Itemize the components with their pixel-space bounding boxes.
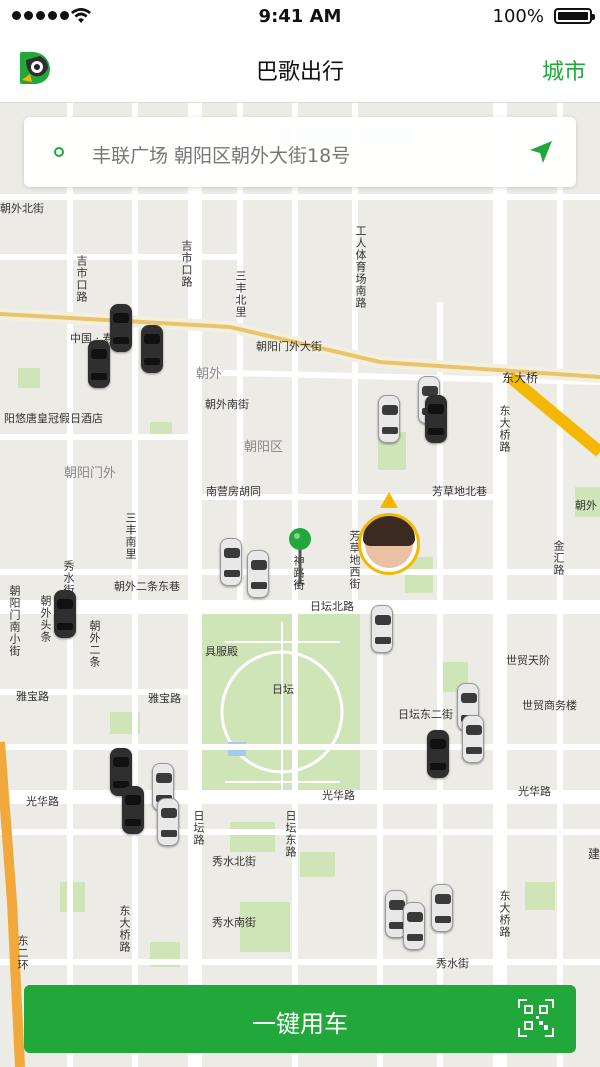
car-marker[interactable] xyxy=(462,715,484,763)
car-marker[interactable] xyxy=(220,538,242,586)
road-label: 工人体育场南路 xyxy=(354,225,367,309)
area-label: 朝外 xyxy=(196,367,223,382)
car-marker[interactable] xyxy=(431,884,453,932)
road-label: 秀水北街 xyxy=(212,855,256,868)
road-label: 东大桥路 xyxy=(118,905,131,953)
road-label: 雅宝路 xyxy=(16,690,49,703)
road-label: 东大桥路 xyxy=(498,405,511,453)
pickup-pin-icon[interactable] xyxy=(288,527,312,587)
road-label: 芳草地北巷 xyxy=(432,485,487,498)
avatar-hair xyxy=(363,516,415,546)
area-label: 朝阳门外 xyxy=(64,466,117,481)
road-label: 南营房胡同 xyxy=(206,485,261,498)
road-label: 秀水南街 xyxy=(212,916,256,929)
car-marker[interactable] xyxy=(247,550,269,598)
road-label: 日坛路 xyxy=(192,810,205,846)
car-marker[interactable] xyxy=(371,605,393,653)
battery-icon xyxy=(554,8,595,24)
poi-label: 阳悠唐皇冠假日酒店 xyxy=(4,412,103,425)
poi-label: 东大桥 xyxy=(502,371,539,385)
road-label: 日坛东二街 xyxy=(398,708,453,721)
call-car-label: 一键用车 xyxy=(252,1010,348,1038)
road-label: 东二环 xyxy=(16,935,29,971)
road-label: 光华路 xyxy=(518,785,551,798)
car-marker[interactable] xyxy=(110,304,132,352)
city-button[interactable]: 城市 xyxy=(542,54,586,86)
heading-arrow-icon xyxy=(380,492,398,508)
road-label: 朝外北街 xyxy=(0,202,44,215)
car-marker[interactable] xyxy=(141,325,163,373)
road-label: 光华路 xyxy=(322,789,355,802)
origin-dot-icon xyxy=(54,147,64,157)
car-marker[interactable] xyxy=(54,590,76,638)
area-label: 朝外 xyxy=(575,499,597,512)
road-label: 三丰北里 xyxy=(234,270,247,318)
poi-label: 秀水街 xyxy=(436,957,469,970)
poi-label: 具服殿 xyxy=(205,645,238,658)
car-marker[interactable] xyxy=(403,902,425,950)
road-label: 雅宝路 xyxy=(148,692,181,705)
poi-label: 世贸商务楼 xyxy=(522,699,577,712)
road-label: 朝外二条东巷 xyxy=(114,580,180,593)
car-marker[interactable] xyxy=(425,395,447,443)
user-avatar[interactable] xyxy=(358,513,420,575)
nav-bar: 巴歌出行 城市 xyxy=(0,34,600,103)
qr-scan-icon[interactable] xyxy=(518,999,554,1037)
road-label: 金汇路 xyxy=(552,540,565,576)
poi-label: 世贸天阶 xyxy=(506,654,550,667)
area-label: 朝阳区 xyxy=(244,440,284,455)
road-label: 吉市口路 xyxy=(75,255,88,303)
road-label: 朝外南街 xyxy=(205,398,249,411)
road-label: 日坛北路 xyxy=(310,600,354,613)
car-marker[interactable] xyxy=(378,395,400,443)
road-label: 东大桥路 xyxy=(498,890,511,938)
pickup-address-box[interactable]: 丰联广场 朝阳区朝外大街18号 xyxy=(24,117,576,187)
car-marker[interactable] xyxy=(122,786,144,834)
page-title: 巴歌出行 xyxy=(255,60,344,85)
road-label: 朝外二条 xyxy=(88,620,101,668)
car-marker[interactable] xyxy=(427,730,449,778)
road-label: 日坛东路 xyxy=(284,810,297,858)
status-bar: 9:41 AM 100% xyxy=(0,0,600,34)
call-car-button[interactable]: 一键用车 xyxy=(24,985,576,1053)
car-marker[interactable] xyxy=(157,798,179,846)
battery-percent: 100% xyxy=(492,6,544,27)
road-label: 建 xyxy=(588,847,600,861)
poi-label: 日坛 xyxy=(272,683,294,696)
car-marker[interactable] xyxy=(88,340,110,388)
road-label: 朝外头条 xyxy=(39,595,52,643)
pickup-address[interactable]: 丰联广场 朝阳区朝外大街18号 xyxy=(92,141,350,168)
road-label: 朝阳门外大街 xyxy=(256,340,322,353)
locate-icon[interactable] xyxy=(528,139,554,165)
road-label: 吉市口路 xyxy=(180,240,193,288)
road-label: 朝阳门南小街 xyxy=(8,585,21,657)
road-label: 光华路 xyxy=(26,795,59,808)
road-label: 三丰南里 xyxy=(124,512,137,560)
